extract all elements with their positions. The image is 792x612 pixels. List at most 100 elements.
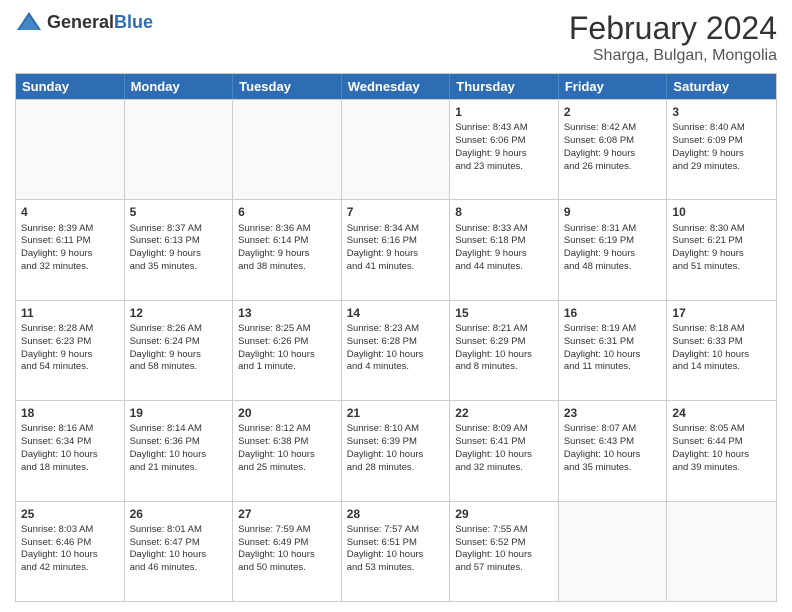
daylight-minutes-text: and 14 minutes.	[672, 361, 771, 374]
day-number: 10	[672, 204, 771, 220]
calendar-cell: 21Sunrise: 8:10 AMSunset: 6:39 PMDayligh…	[342, 401, 451, 500]
calendar-header-cell: Saturday	[667, 74, 776, 99]
calendar-cell: 3Sunrise: 8:40 AMSunset: 6:09 PMDaylight…	[667, 100, 776, 199]
sunset-text: Sunset: 6:14 PM	[238, 235, 336, 248]
daylight-minutes-text: and 39 minutes.	[672, 462, 771, 475]
calendar-cell	[342, 100, 451, 199]
calendar-cell	[233, 100, 342, 199]
day-number: 18	[21, 405, 119, 421]
logo: GeneralBlue	[15, 10, 153, 34]
sunrise-text: Sunrise: 8:01 AM	[130, 524, 228, 537]
sunrise-text: Sunrise: 8:40 AM	[672, 122, 771, 135]
calendar-cell	[667, 502, 776, 601]
daylight-text: Daylight: 10 hours	[238, 449, 336, 462]
calendar-cell: 5Sunrise: 8:37 AMSunset: 6:13 PMDaylight…	[125, 200, 234, 299]
daylight-text: Daylight: 10 hours	[672, 449, 771, 462]
day-number: 26	[130, 506, 228, 522]
calendar-row: 11Sunrise: 8:28 AMSunset: 6:23 PMDayligh…	[16, 300, 776, 400]
daylight-minutes-text: and 35 minutes.	[564, 462, 662, 475]
daylight-text: Daylight: 10 hours	[130, 549, 228, 562]
sunset-text: Sunset: 6:09 PM	[672, 135, 771, 148]
daylight-minutes-text: and 57 minutes.	[455, 562, 553, 575]
sunset-text: Sunset: 6:24 PM	[130, 336, 228, 349]
day-number: 24	[672, 405, 771, 421]
daylight-minutes-text: and 23 minutes.	[455, 161, 553, 174]
daylight-text: Daylight: 10 hours	[238, 349, 336, 362]
daylight-text: Daylight: 10 hours	[564, 349, 662, 362]
day-number: 6	[238, 204, 336, 220]
sunrise-text: Sunrise: 8:16 AM	[21, 423, 119, 436]
daylight-minutes-text: and 44 minutes.	[455, 261, 553, 274]
day-number: 5	[130, 204, 228, 220]
daylight-minutes-text: and 25 minutes.	[238, 462, 336, 475]
calendar-header-cell: Friday	[559, 74, 668, 99]
sunrise-text: Sunrise: 8:37 AM	[130, 223, 228, 236]
logo-text: GeneralBlue	[47, 12, 153, 33]
sunrise-text: Sunrise: 8:18 AM	[672, 323, 771, 336]
day-number: 12	[130, 305, 228, 321]
daylight-minutes-text: and 53 minutes.	[347, 562, 445, 575]
daylight-text: Daylight: 9 hours	[347, 248, 445, 261]
sunrise-text: Sunrise: 8:25 AM	[238, 323, 336, 336]
calendar-cell	[559, 502, 668, 601]
day-number: 20	[238, 405, 336, 421]
day-number: 15	[455, 305, 553, 321]
sunset-text: Sunset: 6:49 PM	[238, 537, 336, 550]
daylight-text: Daylight: 9 hours	[238, 248, 336, 261]
daylight-text: Daylight: 9 hours	[672, 248, 771, 261]
day-number: 19	[130, 405, 228, 421]
sunrise-text: Sunrise: 7:59 AM	[238, 524, 336, 537]
daylight-text: Daylight: 9 hours	[21, 248, 119, 261]
daylight-text: Daylight: 9 hours	[455, 148, 553, 161]
day-number: 11	[21, 305, 119, 321]
day-number: 16	[564, 305, 662, 321]
sunset-text: Sunset: 6:19 PM	[564, 235, 662, 248]
sunset-text: Sunset: 6:41 PM	[455, 436, 553, 449]
day-number: 21	[347, 405, 445, 421]
sunrise-text: Sunrise: 8:26 AM	[130, 323, 228, 336]
daylight-minutes-text: and 1 minute.	[238, 361, 336, 374]
header: GeneralBlue February 2024 Sharga, Bulgan…	[15, 10, 777, 65]
day-number: 1	[455, 104, 553, 120]
logo-icon	[15, 10, 43, 34]
daylight-text: Daylight: 10 hours	[455, 449, 553, 462]
day-number: 14	[347, 305, 445, 321]
calendar-cell: 26Sunrise: 8:01 AMSunset: 6:47 PMDayligh…	[125, 502, 234, 601]
day-number: 17	[672, 305, 771, 321]
daylight-text: Daylight: 9 hours	[455, 248, 553, 261]
sunset-text: Sunset: 6:26 PM	[238, 336, 336, 349]
daylight-minutes-text: and 38 minutes.	[238, 261, 336, 274]
page: GeneralBlue February 2024 Sharga, Bulgan…	[0, 0, 792, 612]
calendar-cell: 20Sunrise: 8:12 AMSunset: 6:38 PMDayligh…	[233, 401, 342, 500]
sunrise-text: Sunrise: 8:30 AM	[672, 223, 771, 236]
sunset-text: Sunset: 6:29 PM	[455, 336, 553, 349]
daylight-minutes-text: and 26 minutes.	[564, 161, 662, 174]
sunset-text: Sunset: 6:43 PM	[564, 436, 662, 449]
day-number: 28	[347, 506, 445, 522]
sunset-text: Sunset: 6:46 PM	[21, 537, 119, 550]
daylight-minutes-text: and 48 minutes.	[564, 261, 662, 274]
daylight-minutes-text: and 32 minutes.	[455, 462, 553, 475]
title-block: February 2024 Sharga, Bulgan, Mongolia	[569, 10, 777, 65]
day-number: 23	[564, 405, 662, 421]
day-number: 27	[238, 506, 336, 522]
sunrise-text: Sunrise: 8:23 AM	[347, 323, 445, 336]
calendar-cell: 6Sunrise: 8:36 AMSunset: 6:14 PMDaylight…	[233, 200, 342, 299]
day-number: 25	[21, 506, 119, 522]
sunset-text: Sunset: 6:31 PM	[564, 336, 662, 349]
calendar-row: 25Sunrise: 8:03 AMSunset: 6:46 PMDayligh…	[16, 501, 776, 601]
calendar-cell	[125, 100, 234, 199]
daylight-minutes-text: and 51 minutes.	[672, 261, 771, 274]
daylight-text: Daylight: 10 hours	[21, 449, 119, 462]
day-number: 7	[347, 204, 445, 220]
sunrise-text: Sunrise: 8:34 AM	[347, 223, 445, 236]
calendar-cell: 18Sunrise: 8:16 AMSunset: 6:34 PMDayligh…	[16, 401, 125, 500]
daylight-text: Daylight: 10 hours	[238, 549, 336, 562]
day-number: 13	[238, 305, 336, 321]
sunrise-text: Sunrise: 8:05 AM	[672, 423, 771, 436]
sunrise-text: Sunrise: 8:14 AM	[130, 423, 228, 436]
day-number: 9	[564, 204, 662, 220]
daylight-text: Daylight: 10 hours	[672, 349, 771, 362]
daylight-minutes-text: and 42 minutes.	[21, 562, 119, 575]
calendar-cell: 15Sunrise: 8:21 AMSunset: 6:29 PMDayligh…	[450, 301, 559, 400]
